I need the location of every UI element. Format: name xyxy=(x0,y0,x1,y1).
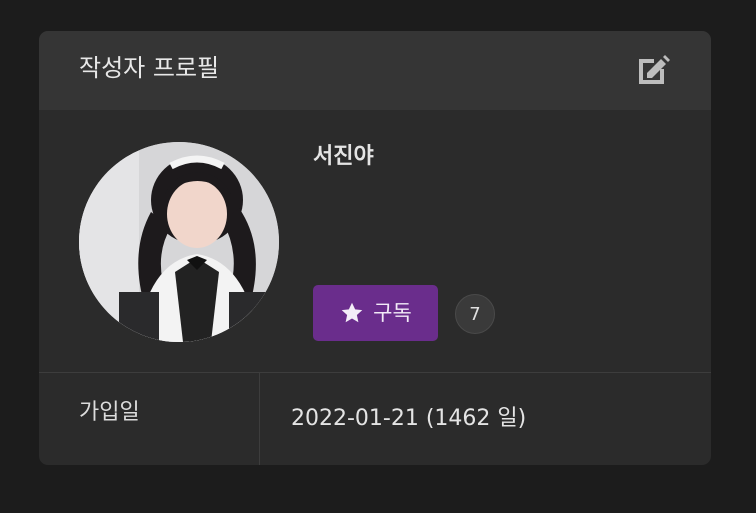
star-icon xyxy=(341,302,363,323)
avatar-photo xyxy=(79,142,279,342)
edit-button[interactable] xyxy=(633,50,673,90)
card-header: 작성자 프로필 xyxy=(39,31,711,110)
subscribe-label: 구독 xyxy=(373,301,412,325)
subscribe-button[interactable]: 구독 xyxy=(313,285,438,341)
profile-body: 서진야 구독 7 xyxy=(39,110,711,372)
author-profile-card: 작성자 프로필 서진야 구독 7 가입일 2022-01-21 (1462 일) xyxy=(39,31,711,465)
divider xyxy=(39,372,711,373)
join-date-label: 가입일 xyxy=(79,400,140,425)
card-title: 작성자 프로필 xyxy=(79,54,220,82)
divider xyxy=(259,373,260,465)
join-date-value: 2022-01-21 (1462 일) xyxy=(291,406,527,431)
subscriber-count-badge: 7 xyxy=(455,294,495,334)
edit-icon xyxy=(639,55,670,84)
avatar xyxy=(79,142,279,342)
author-nickname[interactable]: 서진야 xyxy=(313,143,374,171)
